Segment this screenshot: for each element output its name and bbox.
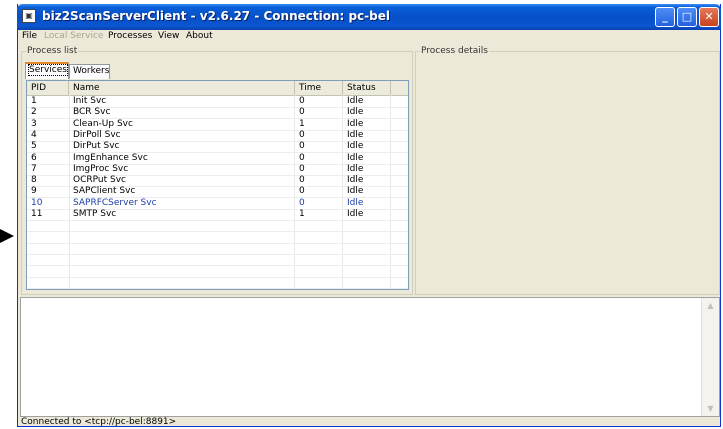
row-pid: 5 [31, 141, 37, 152]
pointer-arrow-icon [0, 229, 14, 243]
table-row[interactable]: 2 BCR Svc 0 Idle [27, 107, 407, 118]
row-name: BCR Svc [73, 107, 111, 118]
row-status: Idle [347, 197, 364, 208]
row-name: Clean-Up Svc [73, 118, 133, 129]
row-time: 0 [299, 186, 305, 197]
log-scrollbar[interactable]: ▲ ▼ [701, 298, 719, 416]
row-time: 0 [299, 96, 305, 106]
grid-line [27, 287, 408, 289]
menu-bar: File Local Service Processes View About [18, 30, 720, 44]
title-bar[interactable]: ▣ biz2ScanServerClient - v2.6.27 - Conne… [17, 4, 721, 30]
table-row[interactable]: 6 ImgEnhance Svc 0 Idle [27, 153, 407, 164]
table-row[interactable]: 11 SMTP Svc 1 Idle [27, 209, 407, 220]
row-time: 1 [299, 209, 305, 219]
row-pid: 3 [31, 118, 37, 129]
status-bar: Connected to <tcp://pc-bel:8891> [21, 417, 177, 427]
table-row[interactable]: 8 OCRPut Svc 0 Idle [27, 175, 407, 186]
table-header: PID Name Time Status [27, 81, 408, 96]
row-pid: 9 [31, 186, 37, 197]
column-header-name[interactable]: Name [69, 81, 295, 95]
row-name: SAPClient Svc [73, 186, 136, 197]
row-time: 1 [299, 118, 305, 129]
row-status: Idle [347, 209, 364, 219]
process-details-label: Process details [420, 46, 489, 56]
row-status: Idle [347, 129, 364, 140]
menu-processes[interactable]: Processes [108, 31, 152, 41]
process-table[interactable]: PID Name Time Status 1 Init Svc 0 Idle 2 BCR … [26, 80, 409, 290]
menu-view[interactable]: View [158, 31, 179, 41]
table-row[interactable]: 7 ImgProc Svc 0 Idle [27, 164, 407, 175]
grid-line [27, 242, 408, 244]
column-header-status[interactable]: Status [343, 81, 391, 95]
table-row[interactable]: 10 SAPRFCServer Svc 0 Idle [27, 198, 407, 209]
process-list-label: Process list [26, 46, 79, 56]
row-pid: 6 [31, 152, 37, 163]
process-details-group: Process details [415, 46, 720, 295]
grid-line [27, 220, 408, 221]
window-title: biz2ScanServerClient - v2.6.27 - Connect… [42, 9, 390, 23]
row-name: Init Svc [73, 96, 107, 106]
row-name: DirPut Svc [73, 141, 120, 152]
row-pid: 8 [31, 175, 37, 186]
table-row[interactable]: 9 SAPClient Svc 0 Idle [27, 186, 407, 197]
grid-line [27, 265, 408, 267]
tab-workers[interactable]: Workers [69, 64, 110, 79]
table-row[interactable]: 5 DirPut Svc 0 Idle [27, 141, 407, 152]
row-name: SMTP Svc [73, 209, 117, 219]
row-name: SAPRFCServer Svc [73, 197, 157, 208]
app-icon[interactable]: ▣ [22, 9, 36, 23]
row-status: Idle [347, 175, 364, 186]
table-row[interactable]: 1 Init Svc 0 Idle [27, 96, 407, 107]
row-pid: 7 [31, 163, 37, 174]
row-status: Idle [347, 96, 364, 106]
scroll-down-icon[interactable]: ▼ [703, 401, 718, 416]
menu-file[interactable]: File [22, 31, 37, 41]
row-status: Idle [347, 163, 364, 174]
row-time: 0 [299, 107, 305, 118]
row-status: Idle [347, 141, 364, 152]
app-window: ▣ biz2ScanServerClient - v2.6.27 - Conne… [17, 4, 721, 427]
log-pane[interactable]: ▲ ▼ [20, 297, 720, 417]
close-button[interactable]: ✕ [699, 7, 719, 27]
row-status: Idle [347, 118, 364, 129]
grid-line [27, 276, 408, 278]
grid-line [27, 231, 408, 233]
row-pid: 2 [31, 107, 37, 118]
column-header-pid[interactable]: PID [27, 81, 69, 95]
row-time: 0 [299, 141, 305, 152]
row-time: 0 [299, 163, 305, 174]
minimize-button[interactable]: _ [655, 7, 675, 27]
menu-local-service[interactable]: Local Service [44, 31, 103, 41]
row-name: ImgProc Svc [73, 163, 129, 174]
row-time: 0 [299, 129, 305, 140]
row-status: Idle [347, 152, 364, 163]
row-status: Idle [347, 186, 364, 197]
column-header-time[interactable]: Time [295, 81, 343, 95]
row-name: ImgEnhance Svc [73, 152, 148, 163]
row-pid: 4 [31, 129, 37, 140]
row-pid: 10 [31, 197, 43, 208]
row-time: 0 [299, 197, 305, 208]
tab-services[interactable]: Services [25, 62, 69, 79]
menu-about[interactable]: About [186, 31, 213, 41]
row-pid: 1 [31, 96, 37, 106]
grid-line [27, 253, 408, 255]
row-name: OCRPut Svc [73, 175, 126, 186]
row-name: DirPoll Svc [73, 129, 121, 140]
maximize-button[interactable]: □ [677, 7, 697, 27]
scroll-up-icon[interactable]: ▲ [703, 298, 718, 313]
row-status: Idle [347, 107, 364, 118]
row-time: 0 [299, 152, 305, 163]
row-time: 0 [299, 175, 305, 186]
row-pid: 11 [31, 209, 43, 219]
table-row[interactable]: 3 Clean-Up Svc 1 Idle [27, 119, 407, 130]
table-row[interactable]: 4 DirPoll Svc 0 Idle [27, 130, 407, 141]
